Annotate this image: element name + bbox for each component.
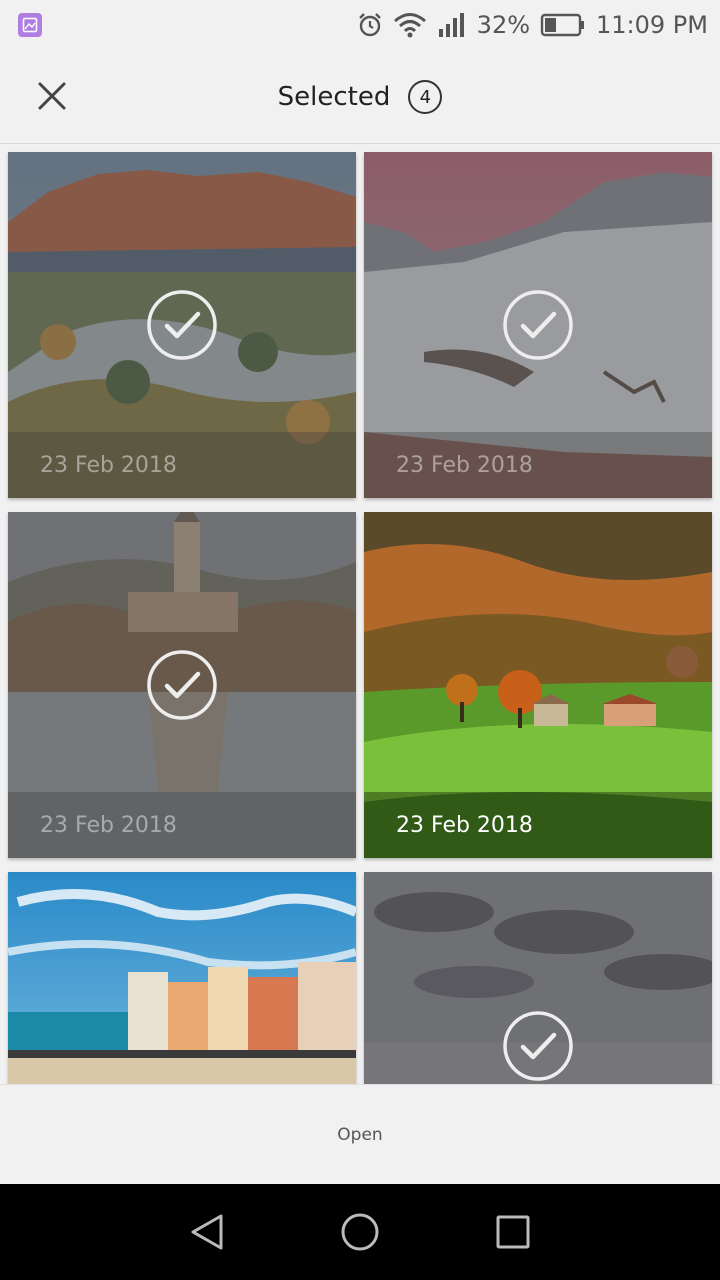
photo-tile[interactable]	[364, 872, 712, 1084]
status-time: 11:09 PM	[596, 11, 708, 39]
check-circle-icon	[147, 650, 217, 720]
close-button[interactable]	[22, 66, 82, 126]
photo-grid: 23 Feb 2018 23 Feb 2018 23 Feb 2018 23 F…	[0, 144, 720, 1084]
check-circle-icon	[503, 1011, 573, 1081]
back-icon	[191, 1214, 223, 1250]
photo-tile[interactable]: 23 Feb 2018	[364, 512, 712, 858]
photo-date: 23 Feb 2018	[8, 432, 356, 498]
photo-date: 23 Feb 2018	[8, 792, 356, 858]
photo-tile[interactable]	[8, 872, 356, 1084]
recents-icon	[496, 1215, 530, 1249]
selected-count-badge: 4	[408, 80, 443, 114]
photo-date: 23 Feb 2018	[364, 432, 712, 498]
gallery-app-icon	[18, 13, 42, 37]
check-circle-icon	[147, 290, 217, 360]
page-title: Selected	[277, 82, 391, 112]
home-button[interactable]	[330, 1202, 390, 1262]
status-icons: 32% 11:09 PM	[357, 11, 708, 39]
selection-header: Selected 4	[0, 50, 720, 144]
action-bar: Open	[0, 1084, 720, 1184]
home-icon	[341, 1213, 379, 1251]
photo-thumbnail	[8, 872, 356, 1084]
photo-tile[interactable]: 23 Feb 2018	[364, 152, 712, 498]
photo-date: 23 Feb 2018	[364, 792, 712, 858]
check-circle-icon	[503, 290, 573, 360]
alarm-icon	[357, 12, 383, 38]
recents-button[interactable]	[483, 1202, 543, 1262]
photo-tile[interactable]: 23 Feb 2018	[8, 512, 356, 858]
open-button[interactable]: Open	[313, 1113, 406, 1157]
photo-tile[interactable]: 23 Feb 2018	[8, 152, 356, 498]
close-icon	[38, 82, 66, 110]
back-button[interactable]	[177, 1202, 237, 1262]
system-nav-bar	[0, 1184, 720, 1280]
signal-icon	[437, 12, 467, 38]
status-bar: 32% 11:09 PM	[0, 0, 720, 50]
photo-picker-screen: 32% 11:09 PM Selected 4 23 Feb 2018 23 F…	[0, 0, 720, 1280]
battery-icon	[540, 12, 586, 38]
wifi-icon	[393, 12, 427, 38]
header-title-group: Selected 4	[0, 50, 720, 144]
battery-percent: 32%	[476, 11, 531, 39]
